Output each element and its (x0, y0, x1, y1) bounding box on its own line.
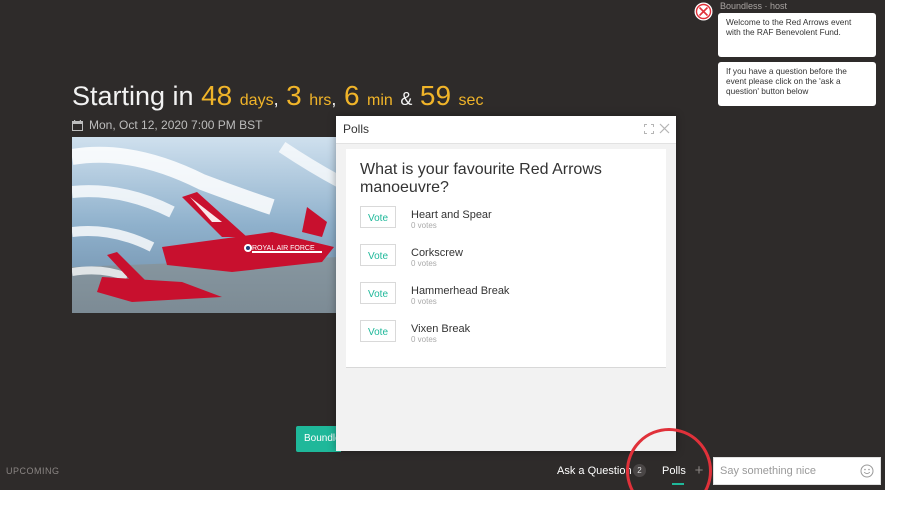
countdown-days-unit: days (239, 92, 274, 109)
boundless-button[interactable]: Boundless (296, 426, 341, 452)
polls-tab-active-indicator (672, 483, 684, 485)
event-stage: Starting in 48 days, 3 hrs, 6 min & 59 s… (0, 0, 885, 490)
question-count-badge: 2 (633, 464, 646, 477)
poll-option-votes: 0 votes (411, 259, 437, 268)
red-arrows-jets-image: ROYAL AIR FORCE (72, 137, 340, 313)
emoji-icon[interactable] (860, 464, 874, 478)
expand-icon[interactable] (644, 124, 654, 134)
host-label: Boundless · host (720, 1, 788, 11)
vote-button[interactable]: Vote (360, 282, 396, 304)
vote-button[interactable]: Vote (360, 320, 396, 342)
polls-tab[interactable]: Polls (662, 465, 686, 477)
host-role: host (770, 1, 788, 11)
host-name: Boundless (720, 1, 763, 11)
host-avatar (694, 2, 713, 21)
countdown-title: Starting in 48 days, 3 hrs, 6 min & 59 s… (72, 80, 484, 111)
polls-modal-header: Polls (336, 116, 676, 144)
polls-modal-title: Polls (343, 122, 370, 136)
vote-button[interactable]: Vote (360, 244, 396, 266)
poll-option-votes: 0 votes (411, 297, 437, 306)
countdown-min-value: 6 (343, 80, 360, 111)
poll-card: What is your favourite Red Arrows manoeu… (346, 149, 666, 368)
poll-option: Vote Heart and Spear 0 votes (360, 206, 660, 234)
vote-button[interactable]: Vote (360, 206, 396, 228)
event-image: ROYAL AIR FORCE (72, 137, 340, 313)
chat-message: Welcome to the Red Arrows event with the… (718, 13, 876, 57)
poll-option-votes: 0 votes (411, 221, 437, 230)
chat-message: If you have a question before the event … (718, 62, 876, 106)
photo-roundel-text: ROYAL AIR FORCE (252, 245, 315, 252)
countdown-amp: & (400, 89, 413, 109)
countdown-sec-unit: sec (458, 92, 484, 109)
chat-input[interactable] (714, 458, 860, 484)
close-icon[interactable] (659, 123, 670, 134)
add-button[interactable]: + (692, 463, 706, 478)
countdown-min-unit: min (367, 92, 393, 109)
poll-option: Vote Hammerhead Break 0 votes (360, 282, 660, 310)
poll-option-label: Hammerhead Break (411, 285, 510, 297)
poll-question: What is your favourite Red Arrows manoeu… (360, 161, 602, 196)
poll-option: Vote Corkscrew 0 votes (360, 244, 660, 272)
event-date-text: Mon, Oct 12, 2020 7:00 PM BST (89, 118, 263, 132)
calendar-icon (72, 119, 83, 131)
ask-question-tab[interactable]: Ask a Question (557, 465, 632, 477)
countdown-sec-value: 59 (419, 80, 452, 111)
poll-option-votes: 0 votes (411, 335, 437, 344)
polls-modal: Polls What is your favourite Red Arrows … (336, 116, 676, 451)
poll-option: Vote Vixen Break 0 votes (360, 320, 660, 348)
countdown-days-value: 48 (201, 80, 233, 111)
poll-option-label: Corkscrew (411, 247, 463, 259)
event-status: UPCOMING (6, 466, 60, 476)
poll-option-label: Heart and Spear (411, 209, 492, 221)
event-date: Mon, Oct 12, 2020 7:00 PM BST (72, 118, 262, 132)
chat-input-container (713, 457, 881, 485)
countdown-hrs-value: 3 (286, 80, 302, 111)
poll-option-label: Vixen Break (411, 323, 471, 335)
countdown-hrs-unit: hrs (309, 92, 332, 109)
countdown-prefix: Starting in (72, 81, 194, 111)
